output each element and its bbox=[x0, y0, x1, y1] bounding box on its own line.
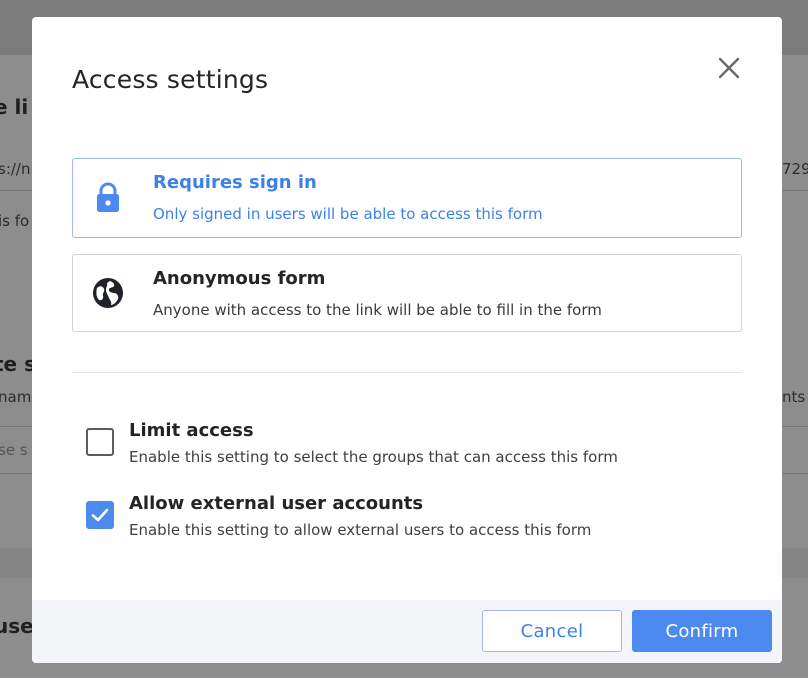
background-url-end: 729 bbox=[782, 160, 808, 178]
checkbox-description: Enable this setting to select the groups… bbox=[129, 448, 618, 466]
globe-icon bbox=[93, 278, 123, 308]
confirm-button[interactable]: Confirm bbox=[632, 610, 772, 652]
option-description: Anyone with access to the link will be a… bbox=[153, 301, 602, 319]
limit-access-row: Limit access Enable this setting to sele… bbox=[86, 420, 726, 466]
checkmark-icon bbox=[91, 508, 109, 522]
dialog-title: Access settings bbox=[72, 65, 269, 94]
close-button[interactable] bbox=[716, 55, 742, 81]
background-url-start: s://n bbox=[0, 160, 31, 178]
limit-access-checkbox[interactable] bbox=[86, 428, 114, 456]
option-title: Anonymous form bbox=[153, 268, 326, 289]
option-anonymous-form[interactable]: Anonymous form Anyone with access to the… bbox=[72, 254, 742, 332]
allow-external-accounts-checkbox[interactable] bbox=[86, 501, 114, 529]
background-heading-users: use bbox=[0, 614, 34, 638]
cancel-button[interactable]: Cancel bbox=[482, 610, 622, 652]
background-text-form: is fo bbox=[0, 212, 30, 230]
option-title: Requires sign in bbox=[153, 172, 317, 193]
background-heading-share-link: e li bbox=[0, 95, 29, 119]
background-text-nts: nts bbox=[782, 388, 806, 406]
option-requires-sign-in[interactable]: Requires sign in Only signed in users wi… bbox=[72, 158, 742, 238]
option-description: Only signed in users will be able to acc… bbox=[153, 205, 543, 223]
checkbox-title: Limit access bbox=[129, 420, 254, 441]
lock-icon bbox=[97, 182, 119, 212]
checkbox-title: Allow external user accounts bbox=[129, 493, 424, 514]
background-text-name: nam bbox=[0, 388, 32, 406]
dialog-footer: Cancel Confirm bbox=[32, 600, 782, 663]
section-divider bbox=[72, 372, 742, 373]
access-settings-dialog: Access settings Requires sign in Only si… bbox=[32, 17, 782, 663]
close-icon bbox=[718, 57, 740, 79]
background-heading-settings: te s bbox=[0, 352, 36, 376]
background-text-se: se s bbox=[0, 441, 28, 459]
checkbox-description: Enable this setting to allow external us… bbox=[129, 521, 592, 539]
allow-external-accounts-row: Allow external user accounts Enable this… bbox=[86, 493, 726, 539]
